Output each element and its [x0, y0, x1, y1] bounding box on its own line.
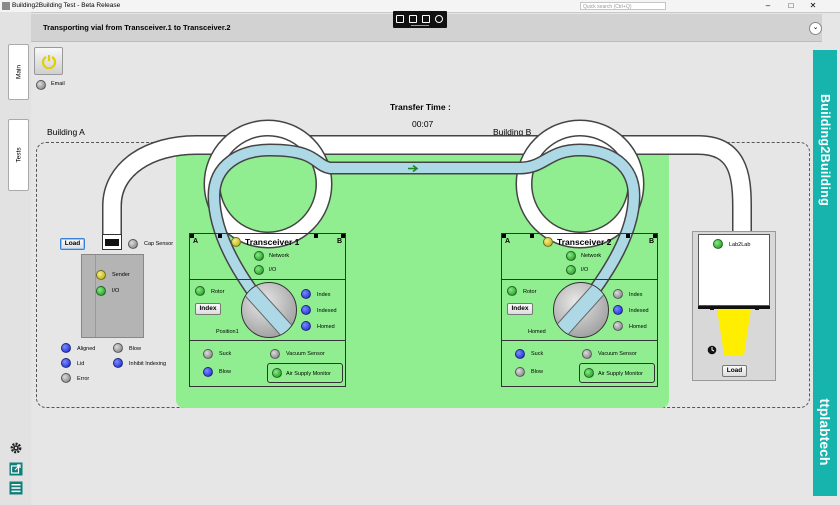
unit-divider	[95, 255, 96, 337]
tx2-io-label: I/O	[581, 267, 589, 273]
lab2lab-label: Lab2Lab	[729, 242, 751, 248]
lab2lab-station: Load	[692, 231, 776, 381]
tx2-network-label: Network	[581, 253, 602, 259]
tx2-notch-left	[530, 234, 534, 238]
tx1-io-label: I/O	[269, 267, 277, 273]
tx2-homed-led	[613, 321, 623, 331]
tx1-air-label: Air Supply Monitor	[286, 371, 331, 377]
tx1-homed-led	[301, 321, 311, 331]
tx2-divider1	[502, 279, 657, 280]
sender-unit	[81, 254, 144, 338]
tx1-rotor-led	[195, 286, 205, 296]
tx2-suck-label: Suck	[531, 351, 544, 357]
tx1-blow-led	[203, 367, 213, 377]
clock-icon	[707, 345, 717, 355]
tx1-network-led	[254, 251, 264, 261]
io-label: I/O	[112, 288, 120, 294]
tx1-divider2	[190, 340, 345, 341]
tx1-homed-label: Homed	[317, 324, 335, 330]
port-slot	[105, 239, 119, 246]
tx2-notch-right	[626, 234, 630, 238]
tx2-io-led	[566, 265, 576, 275]
left-load-button[interactable]: Load	[60, 238, 85, 250]
blow-label: Blow	[129, 346, 141, 352]
tx1-a-label: A	[193, 238, 199, 245]
tx1-indexed-led	[301, 305, 311, 315]
tx1-index-button[interactable]: Index	[195, 303, 221, 315]
tx2-index-label: Index	[629, 292, 643, 298]
tx2-air-label: Air Supply Monitor	[598, 371, 643, 377]
tx1-index-led	[301, 289, 311, 299]
tx2-rotor-label: Rotor	[523, 289, 537, 295]
tx2-divider2	[502, 340, 657, 341]
tx2-status-led	[543, 237, 553, 247]
tx2-indexed-label: Indexed	[629, 308, 649, 314]
io-led	[96, 286, 106, 296]
error-led	[61, 373, 71, 383]
tx2-a-label: A	[505, 238, 511, 245]
tx2-b-label: B	[649, 238, 655, 245]
lid-label: Lid	[77, 361, 85, 367]
tx1-network-label: Network	[269, 253, 290, 259]
tx1-b-label: B	[337, 238, 343, 245]
blow-led	[113, 343, 123, 353]
lab2lab-notch-right	[755, 306, 759, 310]
tx2-title: Transceiver 2	[557, 237, 612, 247]
aligned-label: Aligned	[77, 346, 96, 352]
inhibit-indexing-led	[113, 358, 123, 368]
arrow-right-icon	[408, 165, 419, 172]
tx1-suck-led	[203, 349, 213, 359]
tx2-blow-led	[515, 367, 525, 377]
tx2-blow-label: Blow	[531, 369, 543, 375]
tx1-rotor-channel	[242, 283, 295, 337]
tx2-network-led	[566, 251, 576, 261]
tx1-title: Transceiver 1	[245, 237, 300, 247]
tx2-rotor	[553, 282, 609, 338]
inhibit-indexing-label: Inhibit Indexing	[129, 361, 166, 367]
tx2-homed-label: Homed	[629, 324, 647, 330]
tx2-indexed-led	[613, 305, 623, 315]
tx1-position-label: Position1	[216, 329, 239, 335]
aligned-led	[61, 343, 71, 353]
tx1-status-led	[231, 237, 241, 247]
tx2-position-label: Homed	[528, 329, 546, 335]
tx2-rotor-channel	[554, 283, 607, 337]
tx1-indexed-label: Indexed	[317, 308, 337, 314]
sender-port	[102, 234, 122, 250]
error-label: Error	[77, 376, 90, 382]
tx1-rotor-label: Rotor	[211, 289, 225, 295]
tx1-rotor	[241, 282, 297, 338]
lid-led	[61, 358, 71, 368]
sender-label: Sender	[112, 272, 130, 278]
tx1-air-led	[272, 368, 282, 378]
tx2-air-led	[584, 368, 594, 378]
tx2-suck-led	[515, 349, 525, 359]
tx1-air-supply-monitor: Air Supply Monitor	[267, 363, 343, 383]
vial-shape	[717, 309, 751, 355]
tx1-suck-label: Suck	[219, 351, 232, 357]
tx1-io-led	[254, 265, 264, 275]
tx2-rotor-led	[507, 286, 517, 296]
tx2-vacuum-label: Vacuum Sensor	[598, 351, 637, 357]
tx2-air-supply-monitor: Air Supply Monitor	[579, 363, 655, 383]
cap-sensor-label: Cap Sensor	[144, 241, 174, 247]
tx1-notch-left	[218, 234, 222, 238]
tx1-divider1	[190, 279, 345, 280]
tx2-index-led	[613, 289, 623, 299]
tx1-blow-label: Blow	[219, 369, 231, 375]
tx2-vacuum-led	[582, 349, 592, 359]
lab2lab-led	[713, 239, 723, 249]
cap-sensor-led	[128, 239, 138, 249]
tx1-vacuum-led	[270, 349, 280, 359]
tx2-index-button[interactable]: Index	[507, 303, 533, 315]
tx1-vacuum-label: Vacuum Sensor	[286, 351, 325, 357]
lab2lab-load-button[interactable]: Load	[722, 365, 747, 377]
sender-led	[96, 270, 106, 280]
tx1-index-label: Index	[317, 292, 331, 298]
lab2lab-notch-left	[710, 306, 714, 310]
tx1-notch-right	[314, 234, 318, 238]
